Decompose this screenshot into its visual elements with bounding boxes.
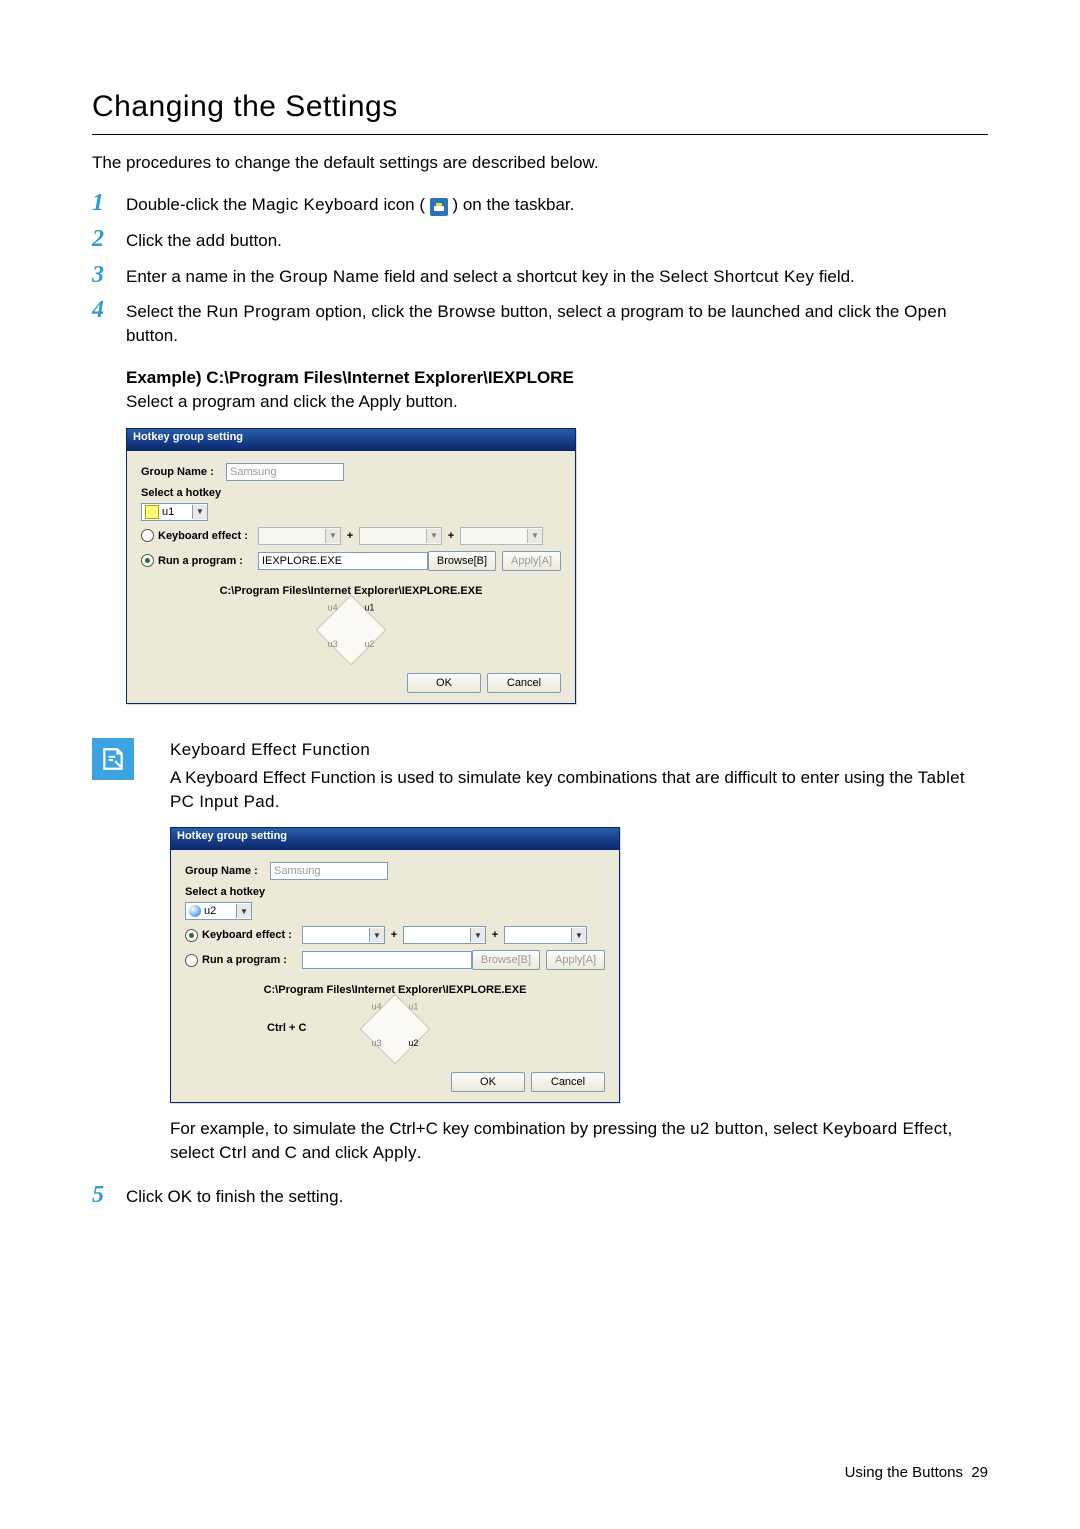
plus-icon: + [345,530,355,542]
keyboard-effect-radio[interactable] [185,929,198,942]
run-program-radio[interactable] [141,554,154,567]
kbd-effect-select-2[interactable]: ▼ [403,926,486,944]
magic-keyboard-icon [430,198,448,216]
step-number-2: 2 [92,227,126,251]
after-example-text: Select a program and click the Apply but… [126,392,988,412]
run-program-radio[interactable] [185,954,198,967]
note-icon [92,738,134,780]
hotkey-dialog-1: Hotkey group setting Group Name : Select… [126,428,576,704]
dialog1-titlebar: Hotkey group setting [127,429,575,451]
plus-icon: + [446,530,456,542]
kbd-effect-select-1[interactable]: ▼ [302,926,385,944]
group-name-label: Group Name : [185,865,270,877]
step-1-text: Double-click the Magic Keyboard icon ( )… [126,191,988,217]
kbd-effect-select-3[interactable]: ▼ [504,926,587,944]
browse-button[interactable]: Browse[B] [428,551,496,571]
step-number-3: 3 [92,263,126,287]
run-program-label: Run a program : [202,954,302,966]
hotkey-dialog-2: Hotkey group setting Group Name : Select… [170,827,620,1103]
steps-list-continued: 5 Click OK to finish the setting. [92,1183,988,1209]
apply-button[interactable]: Apply[A] [502,551,561,571]
step-5-text: Click OK to finish the setting. [126,1183,988,1209]
chevron-down-icon[interactable]: ▼ [236,904,251,918]
ok-button[interactable]: OK [451,1072,525,1092]
step-3-text: Enter a name in the Group Name field and… [126,263,988,289]
browse-button: Browse[B] [472,950,540,970]
hotkey-select[interactable]: u2 ▼ [185,902,252,920]
kbd-effect-select-1: ▼ [258,527,341,545]
kbd-effect-select-2: ▼ [359,527,442,545]
run-program-input[interactable] [258,552,428,570]
hotkey-diamond: u1 u2 u3 u4 [316,595,387,666]
note-title: Keyboard Effect Function [170,738,988,762]
run-program-label: Run a program : [158,555,258,567]
plus-icon: + [490,929,500,941]
note-paragraph: A Keyboard Effect Function is used to si… [170,766,988,814]
group-name-label: Group Name : [141,466,226,478]
note-tail: For example, to simulate the Ctrl+C key … [170,1117,988,1165]
step-number-4: 4 [92,298,126,322]
page-heading: Changing the Settings [92,90,988,124]
group-name-input[interactable] [270,862,388,880]
plus-icon: + [389,929,399,941]
hotkey-u1-icon [145,505,159,519]
page-footer: Using the Buttons 29 [845,1464,988,1481]
chevron-down-icon[interactable]: ▼ [192,505,207,519]
kbd-effect-select-3: ▼ [460,527,543,545]
run-program-input [302,951,472,969]
hotkey-u2-icon [189,905,201,917]
keyboard-effect-radio[interactable] [141,529,154,542]
step-2-text: Click the add button. [126,227,988,253]
select-hotkey-label: Select a hotkey [141,487,561,499]
hotkey-diamond: u1 u2 u3 u4 [360,994,431,1065]
hotkey-select[interactable]: u1 ▼ [141,503,208,521]
select-hotkey-label: Select a hotkey [185,886,605,898]
apply-button: Apply[A] [546,950,605,970]
diamond-annotation: Ctrl + C [267,1022,306,1034]
intro-paragraph: The procedures to change the default set… [92,153,988,173]
cancel-button[interactable]: Cancel [531,1072,605,1092]
step-4-text: Select the Run Program option, click the… [126,298,988,348]
step-number-5: 5 [92,1183,126,1207]
example-path-label: Example) C:\Program Files\Internet Explo… [126,368,988,388]
keyboard-effect-label: Keyboard effect : [202,929,302,941]
keyboard-effect-label: Keyboard effect : [158,530,258,542]
step-number-1: 1 [92,191,126,215]
dialog2-titlebar: Hotkey group setting [171,828,619,850]
cancel-button[interactable]: Cancel [487,673,561,693]
ok-button[interactable]: OK [407,673,481,693]
heading-rule [92,134,988,135]
group-name-input[interactable] [226,463,344,481]
steps-list: 1 Double-click the Magic Keyboard icon (… [92,191,988,348]
